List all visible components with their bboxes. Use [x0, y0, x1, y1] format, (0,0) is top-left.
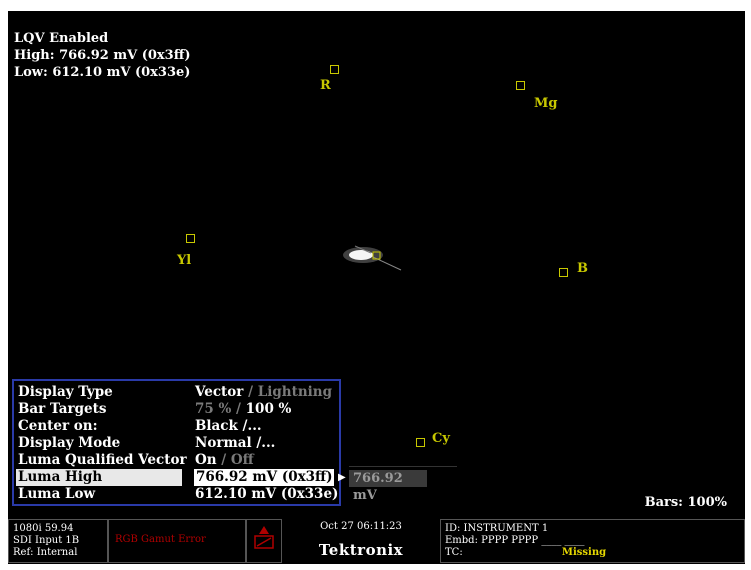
menu-label: Display Type [18, 384, 113, 400]
bars-readout: Bars: 100% [644, 495, 727, 510]
menu-row-display-mode[interactable]: Display Mode Normal /... [14, 435, 339, 452]
input-source: SDI Input 1B [13, 535, 80, 546]
menu-value: Vector [195, 384, 244, 400]
menu-row-bar-targets[interactable]: Bar Targets 75 % / 100 % [14, 401, 339, 418]
timecode-label: TC: [445, 547, 463, 558]
luma-high-edit-field[interactable]: 766.92 mV [349, 470, 427, 503]
reference: Ref: Internal [13, 547, 78, 558]
menu-value: 612.10 mV (0x33e) [195, 486, 339, 502]
menu-value: Normal /... [195, 435, 276, 451]
lqv-high-readout: High: 766.92 mV (0x3ff) [14, 48, 191, 63]
timecode-status: Missing [561, 547, 607, 558]
signal-info: 1080i 59.94 SDI Input 1B Ref: Internal [8, 519, 108, 563]
menu-value-alt: / Off [221, 452, 254, 468]
menu-row-center-on[interactable]: Center on: Black /... [14, 418, 339, 435]
target-box-yl [186, 234, 195, 243]
alarm-text: RGB Gamut Error [115, 534, 206, 545]
waveform-screen: LQV Enabled High: 766.92 mV (0x3ff) Low:… [8, 11, 745, 564]
target-label-mg: Mg [534, 96, 558, 111]
menu-label: Display Mode [18, 435, 121, 451]
menu-value-alt: 75 % / [195, 401, 241, 417]
menu-value: Black /... [195, 418, 262, 434]
divider [349, 466, 457, 467]
alarm-icon-box[interactable] [246, 519, 282, 563]
menu-row-luma-low[interactable]: Luma Low 612.10 mV (0x33e) [14, 486, 339, 503]
menu-label: Center on: [18, 418, 98, 434]
menu-row-luma-high[interactable]: Luma High 766.92 mV (0x3ff) ▶ [14, 469, 346, 486]
target-label-b: B [577, 261, 588, 276]
menu-label: Bar Targets [18, 401, 107, 417]
menu-label: Luma High [16, 469, 182, 486]
target-box-cy [416, 438, 425, 447]
target-label-yl: Yl [177, 253, 192, 268]
menu-value: On [195, 452, 217, 468]
menu-label: Luma Qualified Vector [18, 452, 187, 468]
date-time: Oct 27 06:11:23 [320, 521, 402, 532]
menu-row-luma-qualified-vector[interactable]: Luma Qualified Vector On / Off [14, 452, 339, 469]
menu-value: 766.92 mV (0x3ff) [194, 469, 334, 486]
target-label-r: R [320, 78, 331, 93]
lqv-status: LQV Enabled [14, 31, 109, 46]
right-arrow-icon: ▶ [338, 472, 346, 483]
vector-trace [343, 245, 402, 271]
target-box-mg [516, 81, 525, 90]
instrument-info: ID: INSTRUMENT 1 Embd: PPPP PPPP ____ __… [440, 519, 745, 563]
vector-settings-menu: Display Type Vector / Lightning Bar Targ… [12, 379, 346, 506]
clock-brand-panel: Oct 27 06:11:23 Tektronix [282, 519, 440, 563]
embedded-audio: Embd: PPPP PPPP ____ ____ [445, 535, 585, 546]
menu-label: Luma Low [18, 486, 96, 502]
menu-value: 100 % [245, 401, 292, 417]
target-box-r [330, 65, 339, 74]
instrument-id: ID: INSTRUMENT 1 [445, 523, 549, 534]
menu-value-alt: / Lightning [248, 384, 333, 400]
tektronix-logo: Tektronix [318, 541, 404, 559]
menu-row-display-type[interactable]: Display Type Vector / Lightning [14, 384, 339, 401]
video-format: 1080i 59.94 [13, 523, 74, 534]
warning-bell-icon [254, 526, 274, 549]
lqv-low-readout: Low: 612.10 mV (0x33e) [14, 65, 191, 80]
alarm-panel[interactable]: RGB Gamut Error [108, 519, 246, 563]
target-box-b [559, 268, 568, 277]
target-label-cy: Cy [432, 431, 450, 446]
status-bar: 1080i 59.94 SDI Input 1B Ref: Internal R… [8, 519, 745, 564]
